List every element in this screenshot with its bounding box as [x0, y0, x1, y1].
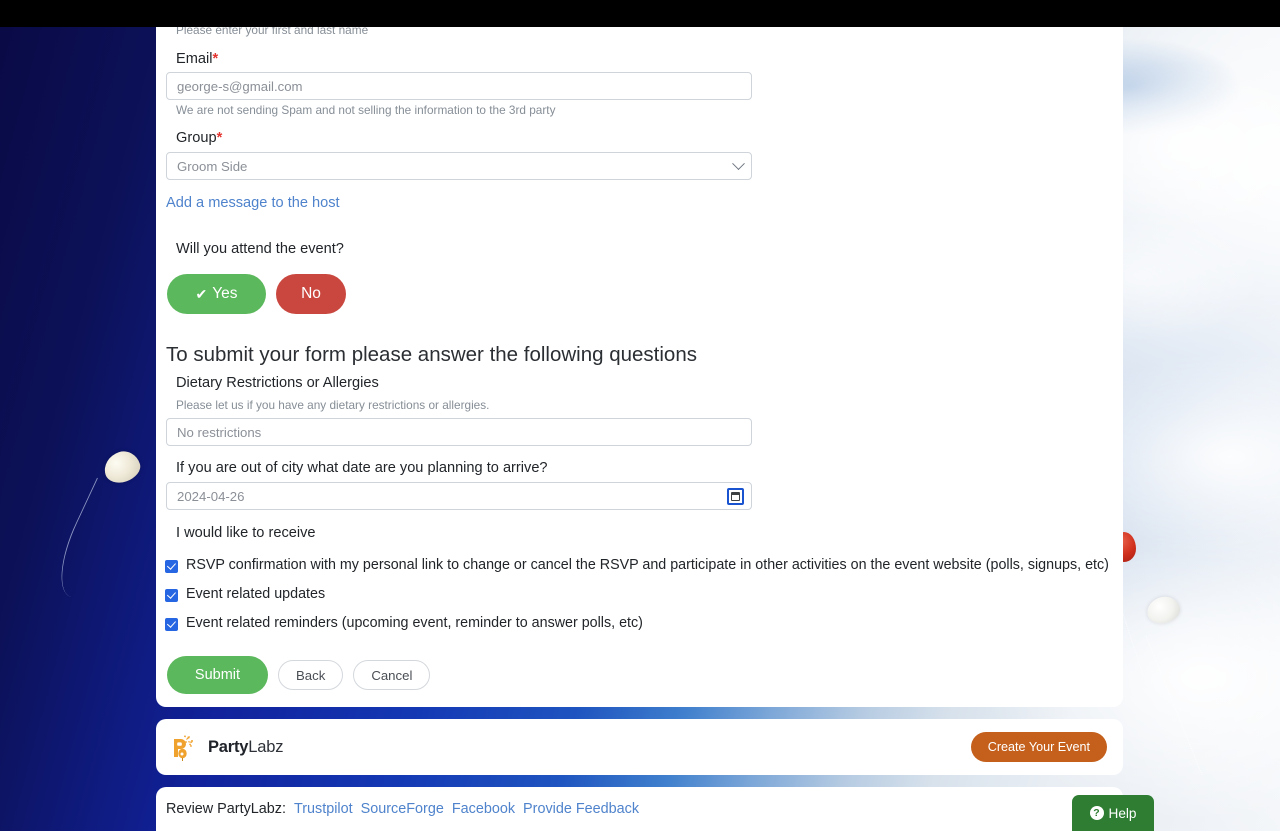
- dietary-label: Dietary Restrictions or Allergies: [166, 375, 379, 393]
- form-actions: Submit Back Cancel: [167, 656, 430, 694]
- calendar-icon[interactable]: [727, 488, 744, 505]
- review-label: Review PartyLabz:: [166, 801, 286, 817]
- review-link-sourceforge[interactable]: SourceForge: [361, 801, 444, 817]
- group-label-text: Group: [176, 130, 217, 146]
- receive-option-2-label: Event related reminders (upcoming event,…: [186, 615, 643, 631]
- email-required-asterisk: *: [213, 51, 219, 67]
- group-select-value: Groom Side: [177, 159, 247, 174]
- help-button-label: Help: [1109, 806, 1137, 821]
- help-button[interactable]: ? Help: [1072, 795, 1154, 831]
- chevron-down-icon: [732, 157, 745, 170]
- group-select[interactable]: Groom Side: [166, 152, 752, 180]
- rsvp-form-card: Please enter your first and last name Em…: [156, 0, 1123, 707]
- review-footer-card: Review PartyLabz: Trustpilot SourceForge…: [156, 787, 1123, 831]
- review-link-facebook[interactable]: Facebook: [452, 801, 515, 817]
- email-label-text: Email: [176, 51, 213, 67]
- group-label: Group*: [176, 130, 222, 148]
- attend-question: Will you attend the event?: [166, 241, 344, 259]
- attend-choice-group: ✔ Yes No: [167, 274, 346, 314]
- submit-button[interactable]: Submit: [167, 656, 268, 694]
- brand-name-bold: Party: [208, 738, 248, 756]
- create-your-event-button[interactable]: Create Your Event: [971, 732, 1107, 762]
- email-hint: We are not sending Spam and not selling …: [166, 103, 555, 117]
- group-required-asterisk: *: [217, 130, 223, 146]
- page-root: Please enter your first and last name Em…: [0, 0, 1280, 831]
- receive-option-1-checkbox[interactable]: [165, 589, 178, 602]
- receive-option-0-checkbox[interactable]: [165, 560, 178, 573]
- arrival-date-label: If you are out of city what date are you…: [166, 460, 548, 478]
- receive-option-row[interactable]: Event related updates: [165, 586, 1110, 602]
- receive-option-row[interactable]: RSVP confirmation with my personal link …: [165, 557, 1110, 573]
- receive-option-1-label: Event related updates: [186, 586, 325, 602]
- review-link-provide-feedback[interactable]: Provide Feedback: [523, 801, 639, 817]
- question-mark-icon: ?: [1090, 806, 1104, 820]
- receive-option-0-label: RSVP confirmation with my personal link …: [186, 557, 1109, 573]
- questions-section-title: To submit your form please answer the fo…: [166, 343, 697, 368]
- attend-yes-label: Yes: [212, 285, 237, 303]
- arrival-date-input[interactable]: 2024-04-26: [166, 482, 752, 510]
- receive-label: I would like to receive: [166, 525, 316, 543]
- dietary-input-value: No restrictions: [177, 425, 261, 440]
- receive-option-2-checkbox[interactable]: [165, 618, 178, 631]
- brand-name-light: Labz: [248, 738, 283, 756]
- attend-no-button[interactable]: No: [276, 274, 346, 314]
- brand-footer-card: PartyLabz Create Your Event: [156, 719, 1123, 775]
- brand-name: PartyLabz: [208, 738, 283, 757]
- attend-yes-button[interactable]: ✔ Yes: [167, 274, 266, 314]
- cancel-button[interactable]: Cancel: [353, 660, 430, 690]
- arrival-date-value: 2024-04-26: [177, 489, 244, 504]
- add-message-link[interactable]: Add a message to the host: [166, 195, 340, 211]
- review-link-trustpilot[interactable]: Trustpilot: [294, 801, 353, 817]
- calendar-icon-inner: [731, 492, 740, 501]
- email-label: Email*: [176, 51, 218, 69]
- back-button[interactable]: Back: [278, 660, 343, 690]
- email-input[interactable]: george-s@gmail.com: [166, 72, 752, 100]
- attend-no-label: No: [301, 285, 321, 303]
- dietary-input[interactable]: No restrictions: [166, 418, 752, 446]
- email-input-value: george-s@gmail.com: [177, 79, 303, 94]
- receive-option-row[interactable]: Event related reminders (upcoming event,…: [165, 615, 1110, 631]
- brand-logo-group: PartyLabz: [170, 732, 283, 762]
- dietary-hint: Please let us if you have any dietary re…: [166, 398, 489, 412]
- partylabz-logo-icon: [170, 732, 200, 762]
- check-icon: ✔: [195, 287, 207, 301]
- browser-top-bar: [0, 0, 1280, 27]
